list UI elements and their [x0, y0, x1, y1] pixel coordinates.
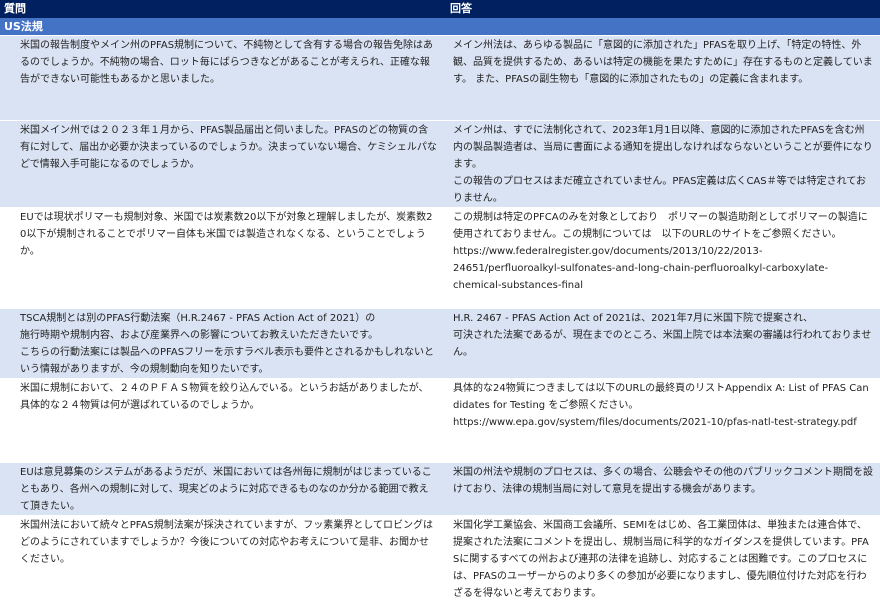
question-text: 米国に規制において、２４のＰＦＡＳ物質を絞り込んでいる。というお話がありましたが… — [20, 383, 429, 411]
question-cell: 米国の報告制度やメイン州のPFAS規制について、不純物として含有する場合の報告免… — [0, 35, 446, 121]
answer-url-line: https://www.federalregister.gov/document… — [453, 246, 763, 257]
answer-cell: メイン州法は、あらゆる製品に「意図的に添加された」PFASを取り上げ、「特定の特… — [446, 35, 880, 121]
answer-text: 米国化学工業協会、米国商工会議所、SEMIをはじめ、各工業団体は、単独または連合… — [453, 520, 869, 599]
answer-cell: H.R. 2467 - PFAS Action Act of 2021は、202… — [446, 308, 880, 379]
question-text-line: 施行時期や規制内容、および産業界への影響についてお教えいただきたいです。 — [20, 330, 379, 341]
question-text: 米国の報告制度やメイン州のPFAS規制について、不純物として含有する場合の報告免… — [20, 40, 433, 85]
question-text: 米国州法において続々とPFAS規制法案が採決されていますが、フッ素業界としてロビ… — [20, 520, 433, 565]
question-text-line: TSCA規制とは別のPFAS行動法案（H.R.2467 - PFAS Actio… — [20, 313, 376, 324]
question-text: EUでは現状ポリマーも規制対象、米国では炭素数20以下が対象と理解しましたが、炭… — [20, 212, 433, 257]
question-cell: 米国州法において続々とPFAS規制法案が採決されていますが、フッ素業界としてロビ… — [0, 515, 446, 603]
answer-cell: 米国の州法や規制のプロセスは、多くの場合、公聴会やその他のパブリックコメント期間… — [446, 462, 880, 516]
question-text: こちらの行動法案には製品へのPFASフリーを示すラベル表示も要件とされるかもしれ… — [20, 347, 435, 375]
answer-text: この規制は特定のPFCAのみを対象としており ポリマーの製造助剤としてポリマーの… — [453, 212, 868, 240]
answer-cell: メイン州は、すでに法制化されて、2023年1月1日以降、意図的に添加されたPFA… — [446, 120, 880, 208]
table-row: 米国メイン州では２０２３年１月から、PFAS製品届出と伺いました。PFASのどの… — [0, 120, 880, 208]
table-row: TSCA規制とは別のPFAS行動法案（H.R.2467 - PFAS Actio… — [0, 308, 880, 379]
answer-url-line: https://www.epa.gov/system/files/documen… — [453, 417, 857, 428]
question-cell: EUは意見募集のシステムがあるようだが、米国においては各州毎に規制がはじまってい… — [0, 462, 446, 516]
answer-cell: この規制は特定のPFCAのみを対象としており ポリマーの製造助剤としてポリマーの… — [446, 207, 880, 309]
answer-text-line: H.R. 2467 - PFAS Action Act of 2021は、202… — [453, 313, 814, 324]
table-row: 米国州法において続々とPFAS規制法案が採決されていますが、フッ素業界としてロビ… — [0, 515, 880, 603]
question-cell: TSCA規制とは別のPFAS行動法案（H.R.2467 - PFAS Actio… — [0, 308, 446, 379]
question-cell: 米国メイン州では２０２３年１月から、PFAS製品届出と伺いました。PFASのどの… — [0, 120, 446, 208]
answer-text: 米国の州法や規制のプロセスは、多くの場合、公聴会やその他のパブリックコメント期間… — [453, 467, 873, 495]
answer-text: 可決された法案であるが、現在までのところ、米国上院では本法案の審議は行われており… — [453, 330, 872, 358]
table-row: 米国の報告制度やメイン州のPFAS規制について、不純物として含有する場合の報告免… — [0, 35, 880, 121]
answer-text: メイン州は、すでに法制化されて、2023年1月1日以降、意図的に添加されたPFA… — [453, 125, 873, 170]
section-row: US法規 — [0, 18, 880, 36]
answer-text: 具体的な24物質につきましては以下のURLの最終頁のリストAppendix A:… — [453, 383, 869, 411]
header-row: 質問 回答 — [0, 0, 880, 18]
question-column-header: 質問 — [0, 0, 446, 18]
answer-url-line: chemical-substances-final — [453, 280, 584, 291]
answer-url-line: 24651/perfluoroalkyl-sulfonates-and-long… — [453, 263, 829, 274]
table-row: EUでは現状ポリマーも規制対象、米国では炭素数20以下が対象と理解しましたが、炭… — [0, 207, 880, 309]
table-row: EUは意見募集のシステムがあるようだが、米国においては各州毎に規制がはじまってい… — [0, 462, 880, 516]
question-cell: 米国に規制において、２４のＰＦＡＳ物質を絞り込んでいる。というお話がありましたが… — [0, 378, 446, 463]
table-row: 米国に規制において、２４のＰＦＡＳ物質を絞り込んでいる。というお話がありましたが… — [0, 378, 880, 463]
question-text: EUは意見募集のシステムがあるようだが、米国においては各州毎に規制がはじまってい… — [20, 467, 432, 512]
section-title: US法規 — [0, 18, 880, 36]
qa-table: 質問 回答 US法規 米国の報告制度やメイン州のPFAS規制について、不純物とし… — [0, 0, 880, 603]
question-text: 米国メイン州では２０２３年１月から、PFAS製品届出と伺いました。PFASのどの… — [20, 125, 437, 170]
answer-text: メイン州法は、あらゆる製品に「意図的に添加された」PFASを取り上げ、「特定の特… — [453, 40, 873, 85]
answer-column-header: 回答 — [446, 0, 880, 18]
answer-cell: 米国化学工業協会、米国商工会議所、SEMIをはじめ、各工業団体は、単独または連合… — [446, 515, 880, 603]
question-cell: EUでは現状ポリマーも規制対象、米国では炭素数20以下が対象と理解しましたが、炭… — [0, 207, 446, 309]
answer-cell: 具体的な24物質につきましては以下のURLの最終頁のリストAppendix A:… — [446, 378, 880, 463]
answer-note: この報告のプロセスはまだ確立されていません。PFAS定義は広くCAS＃等では特定… — [453, 176, 867, 204]
